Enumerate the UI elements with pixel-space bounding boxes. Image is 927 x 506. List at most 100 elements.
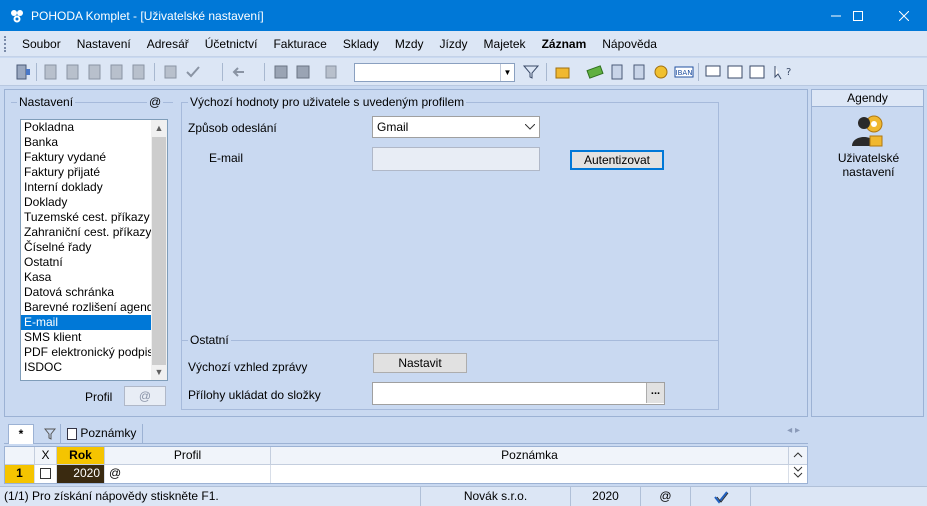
attach-icon: [164, 65, 177, 79]
maximize-button[interactable]: [835, 0, 881, 31]
menu-majetek[interactable]: Majetek: [476, 37, 534, 51]
agendy-header: Agendy: [812, 90, 923, 107]
menu-jizdy[interactable]: Jízdy: [432, 37, 476, 51]
menu-fakturace[interactable]: Fakturace: [265, 37, 334, 51]
menu-soubor[interactable]: Soubor: [14, 37, 69, 51]
row-rok[interactable]: 2020: [57, 465, 105, 483]
nastaveni-list[interactable]: Pokladna Banka Faktury vydané Faktury př…: [20, 119, 168, 381]
close-button[interactable]: [881, 0, 927, 31]
list-scrollbar[interactable]: ▲ ▼: [151, 120, 167, 380]
grid-header-profil[interactable]: Profil: [105, 447, 271, 465]
profil-field[interactable]: @: [124, 386, 166, 406]
user-settings-icon: [852, 115, 883, 147]
settings-panel: Nastavení @ Pokladna Banka Faktury vydan…: [4, 89, 808, 417]
combo-dropdown-icon[interactable]: ▼: [500, 64, 514, 81]
list-item[interactable]: Interní doklady: [21, 180, 167, 195]
list-item[interactable]: Zahraniční cest. příkazy: [21, 225, 167, 240]
menu-nastaveni[interactable]: Nastavení: [69, 37, 139, 51]
menu-bar: Soubor Nastavení Adresář Účetnictví Fakt…: [0, 31, 927, 57]
list-item[interactable]: PDF elektronický podpis: [21, 345, 167, 360]
scroll-up-icon[interactable]: ▲: [151, 120, 167, 136]
save-as-button[interactable]: [294, 63, 312, 81]
filter-button[interactable]: [522, 63, 540, 81]
list-item[interactable]: Ostatní: [21, 255, 167, 270]
list-item[interactable]: Pokladna: [21, 120, 167, 135]
list-item[interactable]: Barevné rozlišení agend: [21, 300, 167, 315]
quick-search-combo[interactable]: ▼: [354, 63, 515, 82]
clipboard-button[interactable]: [322, 63, 340, 81]
user-settings-agenda[interactable]: [850, 114, 886, 148]
authenticate-button[interactable]: Autentizovat: [570, 150, 664, 170]
row-poznamka[interactable]: [271, 465, 789, 483]
iban-button[interactable]: IBAN: [674, 63, 694, 81]
scroll-down-icon[interactable]: ▼: [151, 364, 167, 380]
money-button[interactable]: [586, 63, 604, 81]
save-button[interactable]: [272, 63, 290, 81]
window-title: POHODA Komplet - [Uživatelské nastavení]: [31, 8, 264, 23]
delete-button[interactable]: [130, 63, 148, 81]
list-item[interactable]: Číselné řady: [21, 240, 167, 255]
copy-icon: [110, 64, 123, 80]
calculator-button[interactable]: [608, 63, 626, 81]
email-field[interactable]: [372, 147, 540, 171]
row-checkbox[interactable]: [35, 465, 57, 483]
browse-folder-button[interactable]: ...: [646, 383, 664, 403]
list-item[interactable]: SMS klient: [21, 330, 167, 345]
edit-record-button[interactable]: [64, 63, 82, 81]
list-item[interactable]: Kasa: [21, 270, 167, 285]
email-label: E-mail: [209, 151, 244, 165]
new-record-button[interactable]: [42, 63, 60, 81]
status-bar: (1/1) Pro získání nápovědy stiskněte F1.…: [0, 486, 927, 506]
tab-notes[interactable]: Poznámky: [60, 424, 144, 444]
tab-star[interactable]: *: [8, 424, 34, 444]
user-settings-caption[interactable]: Uživatelské nastavení: [812, 151, 925, 179]
grid-header-rok[interactable]: Rok: [57, 447, 105, 465]
list-item[interactable]: ISDOC: [21, 360, 167, 375]
list-button[interactable]: [726, 63, 744, 81]
grid-header-poznamka[interactable]: Poznámka: [271, 447, 789, 465]
list-item[interactable]: Datová schránka: [21, 285, 167, 300]
attachments-folder-field[interactable]: ...: [372, 382, 665, 405]
menu-sklady[interactable]: Sklady: [335, 37, 387, 51]
grid-scroll-down-icon[interactable]: [789, 465, 807, 483]
check-button[interactable]: [184, 63, 202, 81]
edit-document-icon: [66, 64, 79, 80]
preview-button[interactable]: [86, 63, 104, 81]
sending-method-select[interactable]: Gmail: [372, 116, 540, 138]
close-icon: [899, 10, 909, 21]
back-button[interactable]: [230, 63, 248, 81]
grid-scroll-up-icon[interactable]: [789, 447, 807, 465]
list-item-selected[interactable]: E-mail: [21, 315, 167, 330]
documents-button[interactable]: [554, 63, 572, 81]
row-profil[interactable]: @: [105, 465, 271, 483]
tab-filter[interactable]: [38, 424, 62, 444]
menu-adresar[interactable]: Adresář: [139, 37, 197, 51]
attach-button[interactable]: [162, 63, 180, 81]
app-logo-icon: [11, 9, 23, 22]
open-agenda-button[interactable]: [14, 63, 32, 81]
window-button[interactable]: [748, 63, 766, 81]
default-view-label: Výchozí vzhled zprávy: [188, 360, 308, 374]
banknote-icon: [586, 65, 604, 79]
list-item[interactable]: Tuzemské cest. příkazy: [21, 210, 167, 225]
tab-scroll-arrows-icon[interactable]: ◂ ▸: [787, 425, 800, 436]
help-button[interactable]: ?: [772, 63, 791, 81]
list-item[interactable]: Faktury vydané: [21, 150, 167, 165]
toolbar-separator: [36, 63, 37, 81]
set-view-button[interactable]: Nastavit: [373, 353, 467, 373]
preview-icon: [88, 64, 101, 80]
copy-button[interactable]: [108, 63, 126, 81]
monitor-button[interactable]: [704, 63, 722, 81]
menu-napoveda[interactable]: Nápověda: [594, 37, 665, 51]
list-item[interactable]: Banka: [21, 135, 167, 150]
list-item[interactable]: Doklady: [21, 195, 167, 210]
grid-header-x[interactable]: X: [35, 447, 57, 465]
calculator2-button[interactable]: [630, 63, 648, 81]
menu-zaznam[interactable]: Záznam: [534, 37, 595, 51]
menu-mzdy[interactable]: Mzdy: [387, 37, 432, 51]
menu-ucetnictvi[interactable]: Účetnictví: [197, 37, 266, 51]
list-item[interactable]: Faktury přijaté: [21, 165, 167, 180]
filter-icon: [522, 65, 540, 79]
coins-button[interactable]: [652, 63, 670, 81]
scrollbar-thumb[interactable]: [152, 137, 166, 365]
